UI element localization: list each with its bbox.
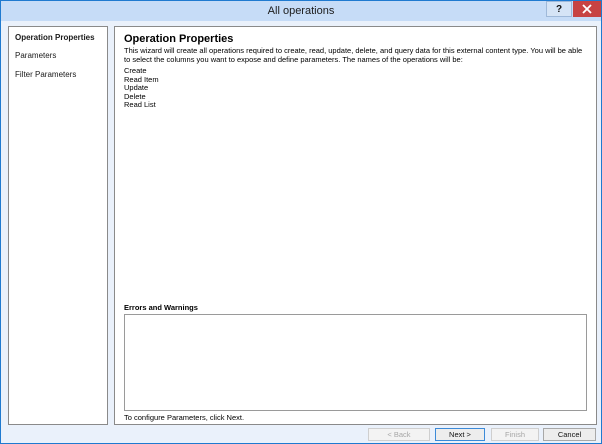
back-button[interactable]: < Back xyxy=(368,428,430,441)
next-hint: To configure Parameters, click Next. xyxy=(124,413,245,422)
title-bar[interactable]: All operations ? xyxy=(1,1,601,21)
errors-warnings-box[interactable] xyxy=(124,314,587,411)
cancel-button[interactable]: Cancel xyxy=(543,428,596,441)
close-icon xyxy=(582,4,592,14)
nav-item-parameters[interactable]: Parameters xyxy=(15,51,56,60)
page-title: Operation Properties xyxy=(124,33,234,45)
operations-list: Create Read Item Update Delete Read List xyxy=(124,66,159,110)
help-button[interactable]: ? xyxy=(546,1,572,17)
nav-item-filter-parameters[interactable]: Filter Parameters xyxy=(15,70,76,79)
operation-item: Read List xyxy=(124,100,156,110)
nav-item-operation-properties[interactable]: Operation Properties xyxy=(15,33,95,42)
close-button[interactable] xyxy=(573,1,601,17)
wizard-content: Operation Properties This wizard will cr… xyxy=(114,26,597,425)
window-title: All operations xyxy=(267,5,335,17)
errors-warnings-label: Errors and Warnings xyxy=(124,303,198,312)
finish-button[interactable]: Finish xyxy=(491,428,539,441)
next-button[interactable]: Next > xyxy=(435,428,485,441)
dialog-window: All operations ? Operation Properties Pa… xyxy=(0,0,602,444)
wizard-description: This wizard will create all operations r… xyxy=(124,46,583,64)
wizard-nav: Operation Properties Parameters Filter P… xyxy=(8,26,108,425)
